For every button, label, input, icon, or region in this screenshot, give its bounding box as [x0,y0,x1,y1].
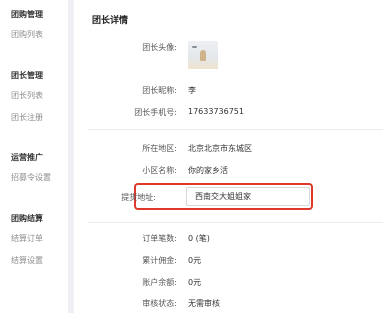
page-title: 团长详情 [92,16,129,26]
sidebar: 团购管理 团购列表 团长管理 团长列表 团长注册 运营推广 招募令设置 团购结算… [0,0,68,313]
review-status-label: 审核状态: [142,299,177,308]
balance-value: 0元 [188,278,202,287]
leader-detail-panel: 团长详情 团长头像: 团长昵称: 李 团长手机号: 17633736751 所在… [74,0,383,313]
section-divider [88,222,383,223]
nickname-value: 李 [188,86,196,95]
commission-label: 累计佣金: [142,256,177,265]
order-count-label: 订单笔数: [142,234,177,243]
commission-value: 0元 [188,256,202,265]
phone-value: 17633736751 [188,107,244,116]
phone-label: 团长手机号: [134,108,177,117]
avatar-label: 团长头像: [142,43,177,52]
sidebar-group-title-settlement: 团购结算 [11,214,43,223]
avatar-image-figure [200,50,206,61]
sidebar-group-title-leader: 团长管理 [11,71,43,80]
community-value: 你的家乡活 [188,166,228,175]
sidebar-item-settlement-orders[interactable]: 结算订单 [11,233,43,244]
region-label: 所在地区: [142,144,177,153]
order-count-value: 0 (笔) [188,234,210,243]
sidebar-item-group-buy-list[interactable]: 团购列表 [11,29,43,40]
balance-label: 账户余额: [142,278,177,287]
sidebar-item-leader-list[interactable]: 团长列表 [11,90,43,101]
pickup-address-label: 提货地址: [121,193,156,202]
sidebar-item-settlement-settings[interactable]: 结算设置 [11,255,43,266]
avatar [188,41,218,69]
review-status-value: 无需审核 [188,299,220,308]
sidebar-item-recruit-settings[interactable]: 招募令设置 [11,172,51,183]
sidebar-item-leader-register[interactable]: 团长注册 [11,112,43,123]
community-label: 小区名称: [142,166,177,175]
pickup-address-input[interactable] [186,187,310,206]
nickname-label: 团长昵称: [142,86,177,95]
avatar-image-detail [192,46,197,48]
section-divider [88,129,383,130]
sidebar-group-title-group-buy: 团购管理 [11,10,43,19]
region-value: 北京北京市东城区 [188,144,252,153]
sidebar-group-title-marketing: 运营推广 [11,153,43,162]
